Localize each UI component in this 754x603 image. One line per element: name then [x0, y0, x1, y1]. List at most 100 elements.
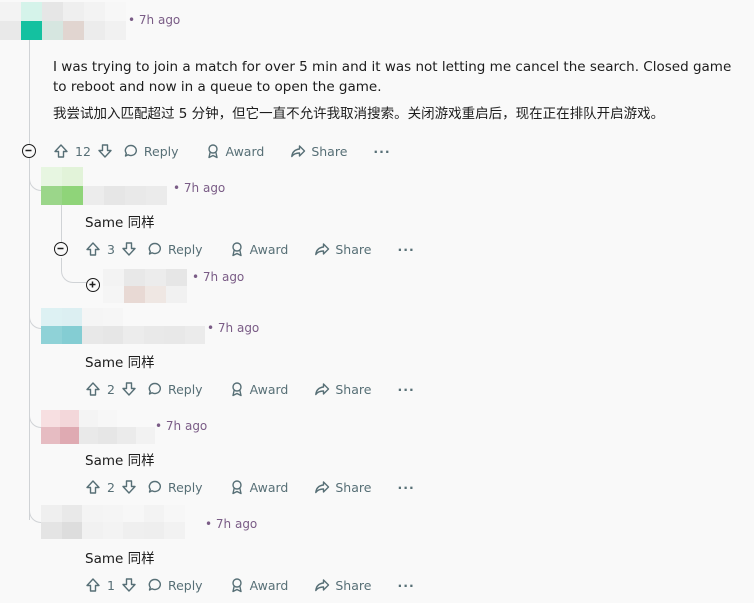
more-options-button[interactable]: ···	[397, 382, 414, 397]
share-label: Share	[335, 241, 372, 257]
avatar-pixelated	[103, 269, 187, 303]
award-label: Award	[225, 143, 265, 159]
share-label: Share	[335, 577, 372, 593]
downvote-icon[interactable]	[97, 143, 113, 159]
reply-label: Reply	[167, 381, 203, 397]
comment-body: Same 同样	[85, 355, 155, 371]
award-label: Award	[249, 577, 289, 593]
award-button[interactable]: Award	[229, 577, 289, 593]
vote-count: 3	[107, 241, 115, 257]
award-icon	[231, 578, 242, 593]
share-arrow-icon	[315, 243, 330, 256]
avatar-pixelated	[41, 410, 155, 444]
vote-group: 2	[85, 479, 137, 495]
upvote-icon[interactable]	[85, 479, 101, 495]
thread-elbow	[61, 258, 86, 283]
reply-label: Reply	[167, 241, 203, 257]
award-icon	[207, 144, 218, 159]
comment-body: Same 同样	[85, 215, 155, 231]
more-options-button[interactable]: ···	[373, 144, 390, 159]
more-options-button[interactable]: ···	[397, 480, 414, 495]
vote-count: 2	[107, 381, 115, 397]
more-options-button[interactable]: ···	[397, 242, 414, 257]
upvote-icon[interactable]	[53, 143, 69, 159]
upvote-icon[interactable]	[85, 577, 101, 593]
share-button[interactable]: Share	[314, 479, 371, 495]
more-options-button[interactable]: ···	[397, 578, 414, 593]
reply-button[interactable]: Reply	[123, 143, 179, 159]
downvote-icon[interactable]	[121, 577, 137, 593]
comment-timestamp: 7h ago	[207, 321, 259, 335]
vote-count: 2	[107, 479, 115, 495]
share-arrow-icon	[315, 383, 330, 396]
reply-label: Reply	[167, 479, 203, 495]
root-thread-line-lower	[29, 158, 30, 520]
award-label: Award	[249, 241, 289, 257]
reply-bubble-icon	[124, 144, 137, 157]
reply-bubble-icon	[148, 480, 161, 493]
comment-timestamp: 7h ago	[173, 181, 225, 195]
share-button[interactable]: Share	[314, 577, 371, 593]
avatar-pixelated	[0, 2, 126, 40]
share-button[interactable]: Share	[314, 381, 371, 397]
award-label: Award	[249, 381, 289, 397]
avatar-pixelated	[41, 167, 188, 205]
reply-bubble-icon	[148, 242, 161, 255]
comment-timestamp: 7h ago	[155, 419, 207, 433]
share-arrow-icon	[315, 481, 330, 494]
reply-label: Reply	[167, 577, 203, 593]
vote-count: 12	[75, 143, 91, 159]
comment-body: Same 同样	[85, 551, 155, 567]
share-arrow-icon	[291, 145, 306, 158]
comment-timestamp: 7h ago	[192, 270, 244, 284]
avatar-pixelated	[41, 308, 205, 344]
comment-body-chinese: 我尝试加入匹配超过 5 分钟，但它一直不允许我取消搜索。关闭游戏重启后，现在正在…	[53, 106, 665, 122]
vote-group: 3	[85, 241, 137, 257]
comment-action-bar: 2 Reply Award Share ···	[85, 379, 415, 399]
reply-button[interactable]: Reply	[147, 479, 203, 495]
award-icon	[231, 382, 242, 397]
comment-action-bar: 1 Reply Award Share ···	[85, 575, 415, 595]
upvote-icon[interactable]	[85, 381, 101, 397]
comment-timestamp: 7h ago	[205, 517, 257, 531]
collapse-minus-icon[interactable]	[22, 144, 36, 158]
reply-label: Reply	[143, 143, 179, 159]
award-button[interactable]: Award	[229, 381, 289, 397]
collapse-minus-icon[interactable]	[54, 242, 68, 256]
comment-body-english: I was trying to join a match for over 5 …	[53, 59, 732, 95]
award-button[interactable]: Award	[229, 479, 289, 495]
reply-button[interactable]: Reply	[147, 241, 203, 257]
comment-action-bar: 2 Reply Award Share ···	[85, 477, 415, 497]
vote-count: 1	[107, 577, 115, 593]
vote-group: 1	[85, 577, 137, 593]
award-label: Award	[249, 479, 289, 495]
share-button[interactable]: Share	[290, 143, 347, 159]
share-label: Share	[311, 143, 348, 159]
award-button[interactable]: Award	[205, 143, 265, 159]
reply-thread-line	[61, 205, 62, 243]
downvote-icon[interactable]	[121, 381, 137, 397]
reply-bubble-icon	[148, 382, 161, 395]
reply-button[interactable]: Reply	[147, 381, 203, 397]
share-label: Share	[335, 381, 372, 397]
share-arrow-icon	[315, 579, 330, 592]
expand-plus-icon[interactable]	[86, 278, 100, 292]
comment-timestamp: 7h ago	[128, 13, 180, 27]
upvote-icon[interactable]	[85, 241, 101, 257]
downvote-icon[interactable]	[121, 241, 137, 257]
comment-body: Same 同样	[85, 453, 155, 469]
reply-bubble-icon	[148, 578, 161, 591]
avatar-pixelated	[41, 505, 205, 539]
share-label: Share	[335, 479, 372, 495]
comment-action-bar: 12 Reply Award Share ···	[53, 141, 391, 161]
award-icon	[231, 480, 242, 495]
comment-action-bar: 3 Reply Award Share ···	[85, 239, 415, 259]
award-icon	[231, 242, 242, 257]
root-thread-line	[29, 40, 30, 160]
vote-group: 2	[85, 381, 137, 397]
share-button[interactable]: Share	[314, 241, 371, 257]
downvote-icon[interactable]	[121, 479, 137, 495]
reply-button[interactable]: Reply	[147, 577, 203, 593]
award-button[interactable]: Award	[229, 241, 289, 257]
vote-group: 12	[53, 143, 113, 159]
